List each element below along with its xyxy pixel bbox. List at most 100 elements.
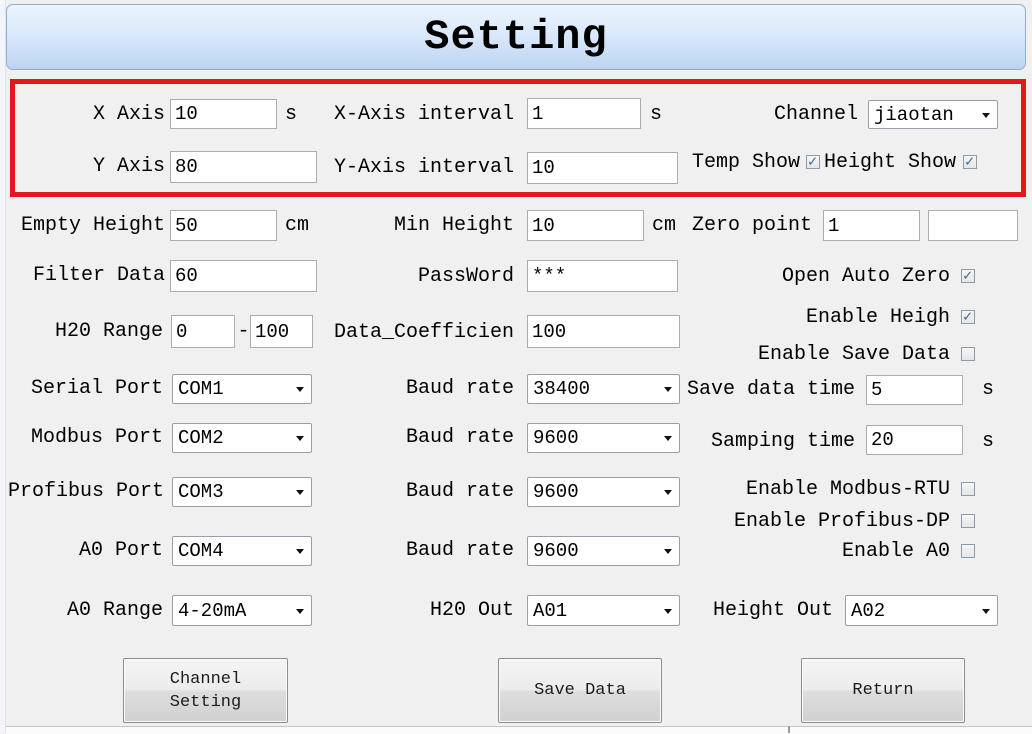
x-axis-unit: s xyxy=(285,99,305,130)
y-interval-label: Y-Axis interval xyxy=(330,152,514,184)
h20-out-select[interactable]: A01 xyxy=(527,595,680,626)
h20-out-label: H20 Out xyxy=(330,595,514,626)
data-coefficien-label: Data_Coefficien xyxy=(330,316,514,349)
y-axis-label: Y Axis xyxy=(20,151,165,183)
h20-range-from-input[interactable] xyxy=(171,315,235,348)
x-interval-label: X-Axis interval xyxy=(330,99,514,130)
enable-save-data-checkbox[interactable] xyxy=(961,347,975,361)
enable-modbus-rtu-checkbox[interactable] xyxy=(961,482,975,496)
enable-profibus-dp-label: Enable Profibus-DP xyxy=(734,507,950,536)
chevron-down-icon xyxy=(664,549,672,554)
chevron-down-icon xyxy=(982,113,990,118)
zero-point-input-2[interactable] xyxy=(928,210,1018,241)
title-bar: Setting xyxy=(6,4,1026,70)
a0-port-value: COM4 xyxy=(178,540,224,562)
chevron-down-icon xyxy=(296,609,304,614)
baud-rate-profibus-value: 9600 xyxy=(533,481,579,503)
profibus-port-value: COM3 xyxy=(178,481,224,503)
chevron-down-icon xyxy=(296,436,304,441)
empty-height-unit: cm xyxy=(285,210,317,241)
password-label: PassWord xyxy=(330,261,514,293)
modbus-port-select[interactable]: COM2 xyxy=(172,423,312,453)
serial-port-label: Serial Port xyxy=(18,374,163,404)
enable-modbus-rtu-label: Enable Modbus-RTU xyxy=(746,475,950,504)
height-out-label: Height Out xyxy=(710,595,833,626)
data-coefficien-input[interactable] xyxy=(527,315,680,348)
filter-data-input[interactable] xyxy=(170,260,317,292)
filter-data-label: Filter Data xyxy=(20,260,165,292)
save-data-time-label: Save data time xyxy=(687,375,855,405)
channel-setting-button[interactable]: Channel Setting xyxy=(123,658,288,723)
height-out-value: A02 xyxy=(851,600,885,622)
enable-a0-checkbox[interactable] xyxy=(961,544,975,558)
h20-range-label: H20 Range xyxy=(18,315,163,348)
empty-height-input[interactable] xyxy=(170,210,277,241)
min-height-label: Min Height xyxy=(330,210,514,241)
a0-range-select[interactable]: 4-20mA xyxy=(172,595,312,626)
password-input[interactable] xyxy=(527,260,678,292)
y-axis-input[interactable] xyxy=(170,151,317,183)
samping-time-unit: s xyxy=(982,427,1002,457)
profibus-port-select[interactable]: COM3 xyxy=(172,477,312,507)
window-bottom-divider xyxy=(788,726,790,733)
enable-save-data-label: Enable Save Data xyxy=(758,340,950,369)
temp-show-checkbox[interactable] xyxy=(806,155,820,169)
baud-rate-modbus-label: Baud rate xyxy=(330,423,514,453)
enable-profibus-dp-checkbox[interactable] xyxy=(961,514,975,528)
save-data-button[interactable]: Save Data xyxy=(498,658,662,723)
samping-time-input[interactable] xyxy=(866,425,963,455)
serial-port-value: COM1 xyxy=(178,378,224,400)
baud-rate-a0-label: Baud rate xyxy=(330,536,514,566)
baud-rate-serial-select[interactable]: 38400 xyxy=(527,374,680,404)
chevron-down-icon xyxy=(664,436,672,441)
modbus-port-value: COM2 xyxy=(178,427,224,449)
modbus-port-label: Modbus Port xyxy=(18,423,163,453)
a0-port-label: A0 Port xyxy=(18,536,163,566)
open-auto-zero-label: Open Auto Zero xyxy=(770,262,950,291)
page-title: Setting xyxy=(424,13,607,61)
chevron-down-icon xyxy=(664,609,672,614)
y-interval-input[interactable] xyxy=(527,152,678,184)
samping-time-label: Samping time xyxy=(711,427,855,457)
channel-label: Channel xyxy=(760,100,858,129)
chevron-down-icon xyxy=(296,490,304,495)
h20-range-to-input[interactable] xyxy=(250,315,313,348)
save-data-button-label: Save Data xyxy=(534,679,626,702)
open-auto-zero-checkbox[interactable] xyxy=(961,269,975,283)
channel-value: jiaotan xyxy=(874,104,954,126)
chevron-down-icon xyxy=(296,549,304,554)
baud-rate-serial-label: Baud rate xyxy=(330,374,514,404)
channel-select[interactable]: jiaotan xyxy=(868,100,998,129)
x-axis-input[interactable] xyxy=(170,99,277,129)
height-out-select[interactable]: A02 xyxy=(845,595,998,626)
window-left-edge xyxy=(0,0,6,733)
min-height-unit: cm xyxy=(652,210,684,241)
baud-rate-profibus-select[interactable]: 9600 xyxy=(527,477,680,507)
baud-rate-modbus-select[interactable]: 9600 xyxy=(527,423,680,453)
baud-rate-modbus-value: 9600 xyxy=(533,427,579,449)
h20-range-separator: - xyxy=(237,315,250,348)
return-button[interactable]: Return xyxy=(801,658,965,723)
min-height-input[interactable] xyxy=(527,210,644,241)
h20-out-value: A01 xyxy=(533,600,567,622)
x-interval-unit: s xyxy=(650,99,670,130)
save-data-time-input[interactable] xyxy=(866,375,963,405)
baud-rate-serial-value: 38400 xyxy=(533,378,590,400)
zero-point-label: Zero point xyxy=(688,210,812,241)
a0-range-value: 4-20mA xyxy=(178,600,246,622)
a0-range-label: A0 Range xyxy=(18,595,163,626)
serial-port-select[interactable]: COM1 xyxy=(172,374,312,404)
x-interval-input[interactable] xyxy=(527,98,641,129)
chevron-down-icon xyxy=(982,609,990,614)
enable-heigh-checkbox[interactable] xyxy=(961,310,975,324)
enable-heigh-label: Enable Heigh xyxy=(806,303,950,332)
height-show-label: Height Show xyxy=(824,148,956,177)
a0-port-select[interactable]: COM4 xyxy=(172,536,312,566)
enable-a0-label: Enable A0 xyxy=(842,537,950,566)
return-button-label: Return xyxy=(852,679,913,702)
height-show-checkbox[interactable] xyxy=(963,155,977,169)
channel-setting-button-line1: Channel xyxy=(170,668,241,691)
profibus-port-label: Profibus Port xyxy=(8,477,163,507)
baud-rate-a0-select[interactable]: 9600 xyxy=(527,536,680,566)
zero-point-input[interactable] xyxy=(823,210,920,241)
